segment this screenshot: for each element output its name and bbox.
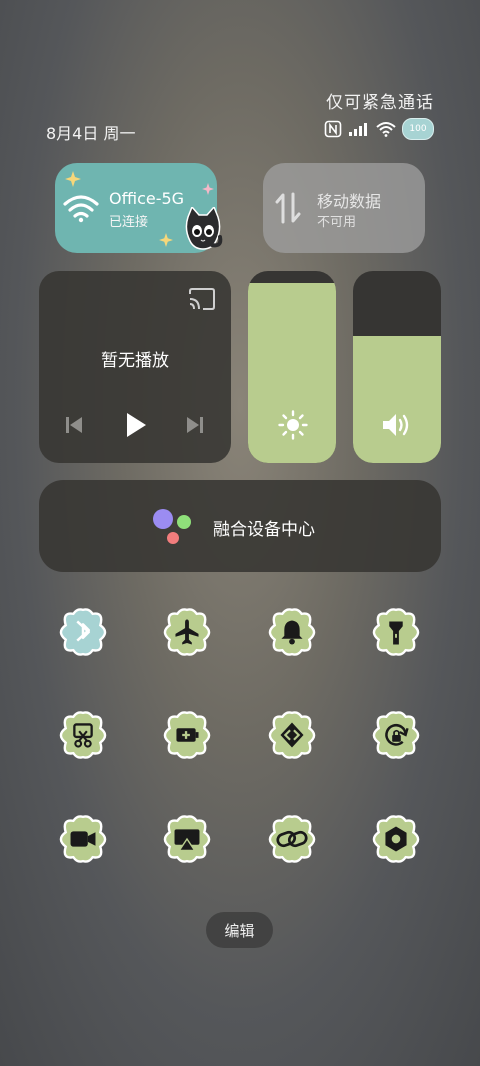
battery-saver-icon — [176, 728, 199, 742]
cast-icon[interactable] — [188, 288, 216, 312]
toggle-bell[interactable] — [264, 608, 320, 656]
toggle-rotation-lock[interactable] — [368, 711, 424, 759]
signal-icon — [349, 123, 367, 136]
status-icons: 100 — [324, 118, 434, 140]
toggle-screenshot[interactable] — [55, 711, 111, 759]
toggle-bluetooth[interactable] — [55, 608, 111, 656]
toggle-link[interactable] — [264, 815, 320, 863]
media-title: 暂无播放 — [101, 351, 169, 371]
toggle-battery-saver[interactable] — [159, 711, 215, 759]
brightness-icon — [278, 410, 308, 440]
mobile-data-title: 移动数据 — [317, 192, 382, 211]
wifi-status-icon — [376, 122, 396, 137]
mobile-data-status: 不可用 — [317, 215, 357, 230]
next-track-icon[interactable] — [186, 415, 204, 435]
toggle-settings-hex[interactable] — [368, 815, 424, 863]
data-transfer-icon — [275, 192, 301, 224]
toggle-screen-cast[interactable] — [159, 815, 215, 863]
mobile-data-tile[interactable]: 移动数据 不可用 — [263, 163, 425, 253]
wifi-ssid: Office-5G — [109, 189, 185, 208]
sparkle-decoration-icon — [202, 183, 214, 195]
wifi-connection-status: 已连接 — [109, 215, 149, 230]
battery-icon: 100 — [402, 118, 434, 140]
carrier-status-text: 仅可紧急通话 — [326, 93, 434, 113]
toggle-airplane[interactable] — [159, 608, 215, 656]
brightness-slider[interactable] — [248, 271, 336, 463]
date-label: 8月4日 周一 — [46, 124, 136, 143]
nfc-icon — [324, 120, 342, 138]
previous-track-icon[interactable] — [65, 415, 83, 435]
edit-button[interactable]: 编辑 — [206, 912, 273, 948]
play-icon[interactable] — [125, 412, 147, 438]
toggle-flashlight[interactable] — [368, 608, 424, 656]
device-center-icon — [153, 509, 191, 544]
media-player-card: 暂无播放 — [39, 271, 231, 463]
cat-sticker-icon — [185, 207, 223, 250]
toggle-nfc-share[interactable] — [264, 711, 320, 759]
device-center-label: 融合设备中心 — [213, 520, 315, 540]
device-center-card[interactable]: 融合设备中心 — [39, 480, 441, 572]
star-decoration-icon — [65, 171, 81, 187]
volume-icon — [383, 414, 409, 436]
volume-level-fill — [353, 336, 441, 463]
wifi-icon — [63, 195, 99, 223]
star-decoration-icon — [159, 233, 173, 247]
toggle-screen-record[interactable] — [55, 815, 111, 863]
volume-slider[interactable] — [353, 271, 441, 463]
